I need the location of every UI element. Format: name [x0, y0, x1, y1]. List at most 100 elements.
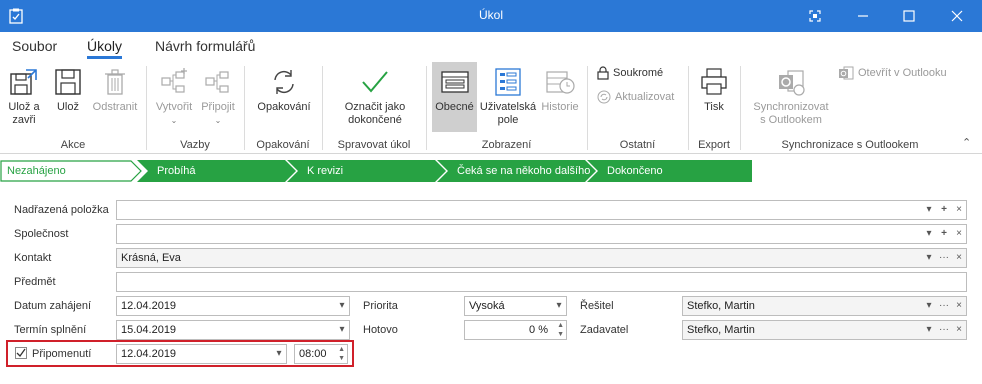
- priority-label: Priorita: [363, 300, 398, 312]
- check-icon: [16, 348, 26, 358]
- time-spinner[interactable]: ▲ ▼: [338, 345, 345, 363]
- tab-ukoly[interactable]: Úkoly: [87, 38, 123, 59]
- save-close-label-2: zavři: [12, 114, 36, 126]
- mark-complete-label-2: dokončené: [348, 114, 402, 126]
- clear-icon[interactable]: ×: [952, 297, 966, 315]
- contact-value: Krásná, Eva: [121, 252, 181, 264]
- stage-probiha[interactable]: Probíhá: [157, 160, 196, 182]
- company-field[interactable]: ▾ + ×: [116, 224, 967, 244]
- attach-link-icon: [205, 71, 229, 93]
- attach-button[interactable]: Připojit ⌄: [198, 66, 238, 127]
- subject-input[interactable]: [116, 272, 967, 292]
- percent-complete-value: 0 %: [529, 324, 548, 336]
- recurrence-button[interactable]: Opakování: [252, 66, 316, 114]
- minimize-button[interactable]: [840, 0, 886, 32]
- checkmark-icon: [362, 71, 388, 93]
- stage-nezahajeno[interactable]: Nezahájeno: [7, 160, 66, 182]
- trash-icon: [105, 69, 125, 95]
- custom-fields-button[interactable]: Uživatelská pole: [479, 66, 537, 127]
- stage-k-revizi[interactable]: K revizi: [307, 160, 343, 182]
- delete-button[interactable]: Odstranit: [90, 66, 140, 114]
- requester-label: Zadavatel: [580, 324, 629, 336]
- update-label: Aktualizovat: [615, 91, 675, 103]
- private-button[interactable]: Soukromé: [597, 66, 663, 80]
- requester-value: Stefko, Martin: [687, 324, 755, 336]
- dropdown-icon[interactable]: ▾: [922, 225, 936, 243]
- start-date-field[interactable]: 12.04.2019 ▾: [116, 296, 350, 316]
- tab-soubor[interactable]: Soubor: [12, 38, 57, 54]
- private-label: Soukromé: [613, 67, 664, 79]
- ribbon-separator: [322, 66, 323, 150]
- contact-label: Kontakt: [14, 252, 52, 264]
- reminder-date-field[interactable]: 12.04.2019 ▾: [116, 344, 287, 364]
- more-icon[interactable]: ···: [937, 249, 951, 267]
- history-icon: [546, 71, 575, 94]
- dropdown-icon[interactable]: ▾: [922, 321, 936, 339]
- contact-field[interactable]: Krásná, Eva ▾ ··· ×: [116, 248, 967, 268]
- outlook-sync-icon: [779, 70, 805, 96]
- general-view-button[interactable]: Obecné: [432, 62, 477, 132]
- mark-complete-button[interactable]: Označit jako dokončené: [336, 66, 414, 127]
- clear-icon[interactable]: ×: [952, 249, 966, 267]
- clear-icon[interactable]: ×: [952, 321, 966, 339]
- percent-spinner[interactable]: ▲ ▼: [557, 321, 564, 339]
- recurrence-icon: [274, 70, 294, 94]
- ribbon-separator: [146, 66, 147, 150]
- assignee-label: Řešitel: [580, 300, 614, 312]
- tab-navrh-formularu[interactable]: Návrh formulářů: [155, 38, 255, 54]
- sync-outlook-label-2: s Outlookem: [760, 114, 822, 126]
- dropdown-icon[interactable]: ▾: [335, 321, 349, 339]
- dropdown-icon[interactable]: ▾: [922, 201, 936, 219]
- dropdown-icon[interactable]: ▾: [335, 297, 349, 315]
- clear-icon[interactable]: ×: [952, 201, 966, 219]
- update-button[interactable]: Aktualizovat: [597, 90, 674, 104]
- save-icon: [55, 69, 81, 95]
- group-label-sync: Synchronizace s Outlookem: [781, 139, 919, 151]
- history-button[interactable]: Historie: [539, 66, 581, 114]
- focus-mode-button[interactable]: [792, 0, 838, 32]
- sync-outlook-button[interactable]: Synchronizovat s Outlookem: [746, 66, 836, 127]
- open-in-outlook-button[interactable]: Otevřít v Outlooku: [838, 66, 947, 80]
- assignee-value: Stefko, Martin: [687, 300, 755, 312]
- requester-field[interactable]: Stefko, Martin ▾ ··· ×: [682, 320, 967, 340]
- group-label-spravovat: Spravovat úkol: [337, 139, 411, 151]
- due-date-label: Termín splnění: [14, 324, 87, 336]
- close-button[interactable]: [934, 0, 980, 32]
- add-icon[interactable]: +: [937, 201, 951, 219]
- save-button[interactable]: Ulož: [50, 66, 86, 114]
- dropdown-icon[interactable]: ▾: [552, 297, 566, 315]
- create-button[interactable]: Vytvořit ⌄: [152, 66, 196, 127]
- lock-icon: [597, 66, 609, 80]
- assignee-field[interactable]: Stefko, Martin ▾ ··· ×: [682, 296, 967, 316]
- stage-dokonceno[interactable]: Dokončeno: [607, 160, 663, 182]
- sync-outlook-label-1: Synchronizovat: [753, 101, 829, 113]
- open-in-outlook-label: Otevřít v Outlooku: [858, 67, 947, 79]
- more-icon[interactable]: ···: [937, 321, 951, 339]
- reminder-time-field[interactable]: 08:00 ▲ ▼: [294, 344, 348, 364]
- add-icon[interactable]: +: [937, 225, 951, 243]
- percent-complete-field[interactable]: 0 % ▲ ▼: [464, 320, 567, 340]
- priority-select[interactable]: Vysoká ▾: [464, 296, 567, 316]
- refresh-icon: [597, 90, 611, 104]
- parent-item-field[interactable]: ▾ + ×: [116, 200, 967, 220]
- collapse-ribbon-icon[interactable]: ⌃: [962, 136, 971, 149]
- ribbon: Ulož a zavři Ulož Odstranit Akce Vytvoři…: [0, 60, 982, 154]
- more-icon[interactable]: ···: [937, 297, 951, 315]
- print-button[interactable]: Tisk: [696, 66, 732, 114]
- clear-icon[interactable]: ×: [952, 225, 966, 243]
- dropdown-icon[interactable]: ▾: [272, 345, 286, 363]
- subject-label: Předmět: [14, 276, 56, 288]
- ribbon-separator: [426, 66, 427, 150]
- dropdown-icon[interactable]: ▾: [922, 249, 936, 267]
- save-close-button[interactable]: Ulož a zavři: [4, 66, 44, 127]
- outlook-icon: [839, 66, 854, 80]
- maximize-button[interactable]: [886, 0, 932, 32]
- due-date-field[interactable]: 15.04.2019 ▾: [116, 320, 350, 340]
- printer-icon: [701, 68, 727, 95]
- reminder-date-value: 12.04.2019: [121, 348, 177, 360]
- stage-ceka-se[interactable]: Čeká se na někoho dalšího: [457, 160, 590, 182]
- reminder-label: Připomenutí: [32, 348, 92, 360]
- dropdown-icon[interactable]: ▾: [922, 297, 936, 315]
- reminder-checkbox[interactable]: [15, 347, 27, 359]
- create-label: Vytvořit: [155, 101, 193, 113]
